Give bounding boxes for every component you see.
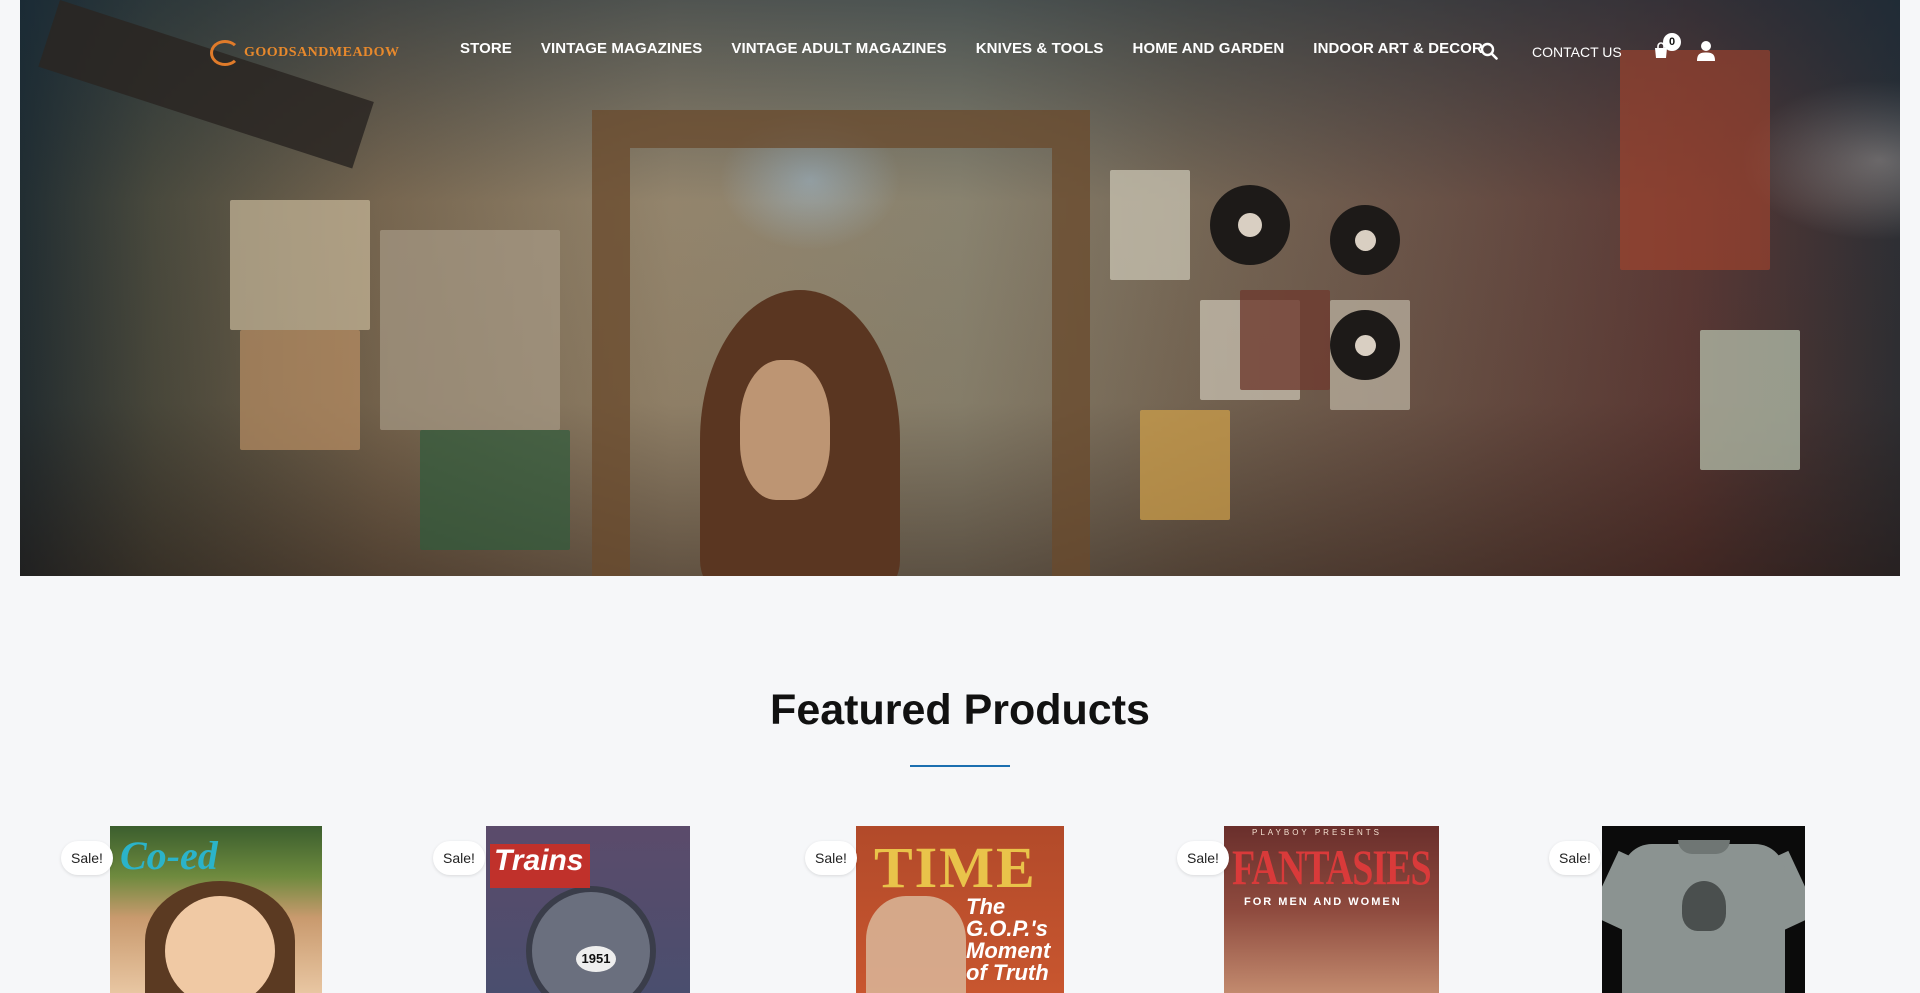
site-logo[interactable]: GOODSANDMEADOW <box>210 38 420 68</box>
product-card-time[interactable]: TIME The G.O.P.'s Moment of Truth <box>856 826 1064 993</box>
cover-subtitle: The G.O.P.'s Moment of Truth <box>966 894 1051 985</box>
cover-art <box>1678 840 1730 854</box>
logo-icon <box>210 40 240 66</box>
nav-item-store[interactable]: STORE <box>460 40 512 57</box>
sale-badge: Sale! <box>805 841 857 875</box>
product-card-fantasies[interactable]: PLAYBOY PRESENTS FANTASIES FOR MEN AND W… <box>1224 826 1439 993</box>
contact-us-link[interactable]: CONTACT US <box>1532 44 1622 60</box>
hero-record <box>1330 205 1400 275</box>
hero-person-face <box>740 360 830 500</box>
nav-item-home-and-garden[interactable]: HOME AND GARDEN <box>1133 40 1285 57</box>
nav-item-knives-tools[interactable]: KNIVES & TOOLS <box>976 40 1104 57</box>
cover-art <box>526 886 656 993</box>
product-card-coed[interactable]: Co-ed <box>110 826 322 993</box>
hero-poster <box>380 230 560 430</box>
hero-poster <box>1140 410 1230 520</box>
hero-poster <box>240 330 360 450</box>
cover-art <box>866 896 966 993</box>
cover-title: FANTASIES <box>1232 841 1432 896</box>
cart-count-badge: 0 <box>1663 33 1681 51</box>
sale-badge: Sale! <box>433 841 485 875</box>
featured-products-title: Featured Products <box>770 686 1150 734</box>
hero-poster <box>1240 290 1330 390</box>
cover-title: Trains <box>490 844 590 888</box>
user-icon[interactable] <box>1696 40 1716 62</box>
main-nav: STORE VINTAGE MAGAZINES VINTAGE ADULT MA… <box>460 40 1512 57</box>
skull-icon <box>1682 881 1726 931</box>
cover-number: 1951 <box>576 946 616 972</box>
sale-badge: Sale! <box>1549 841 1601 875</box>
cover-subtitle: FOR MEN AND WOMEN <box>1244 896 1402 908</box>
hero-poster <box>1110 170 1190 280</box>
site-header: GOODSANDMEADOW STORE VINTAGE MAGAZINES V… <box>0 0 1920 100</box>
cover-title: TIME <box>874 835 1037 900</box>
cover-top-line: PLAYBOY PRESENTS <box>1252 828 1382 837</box>
sale-badge: Sale! <box>61 841 113 875</box>
product-card-trains[interactable]: 1951 Trains <box>486 826 690 993</box>
nav-item-vintage-magazines[interactable]: VINTAGE MAGAZINES <box>541 40 702 57</box>
nav-item-vintage-adult-magazines[interactable]: VINTAGE ADULT MAGAZINES <box>731 40 946 57</box>
hero-record <box>1330 310 1400 380</box>
hero-record <box>1210 185 1290 265</box>
sale-badge: Sale! <box>1177 841 1229 875</box>
hero-poster <box>1700 330 1800 470</box>
hero-poster <box>230 200 370 330</box>
cover-title: Co-ed <box>120 833 218 878</box>
hero-poster <box>420 430 570 550</box>
logo-text: GOODSANDMEADOW <box>244 45 400 60</box>
product-card-tshirt[interactable] <box>1602 826 1805 993</box>
nav-item-indoor-art-decor[interactable]: INDOOR ART & DECOR <box>1313 40 1483 57</box>
title-divider <box>910 765 1010 767</box>
search-icon[interactable] <box>1480 42 1498 60</box>
